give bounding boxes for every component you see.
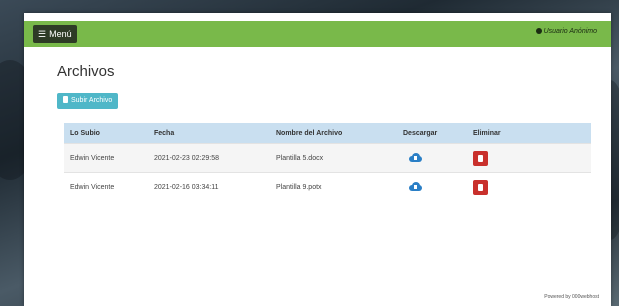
menu-label: Menú [49, 29, 72, 39]
cell-filename: Plantilla 9.potx [270, 172, 397, 201]
user-icon [535, 28, 542, 34]
top-navbar: ☰ Menú Usuario Anónimo [24, 21, 611, 47]
table-header-row: Lo Subio Fecha Nombre del Archivo Descar… [64, 123, 591, 144]
file-icon [63, 96, 68, 103]
cell-uploader: Edwin Vicente [64, 172, 148, 201]
delete-button[interactable] [473, 150, 488, 166]
files-table: Lo Subio Fecha Nombre del Archivo Descar… [64, 123, 591, 201]
header-filename: Nombre del Archivo [270, 123, 397, 144]
cell-uploader: Edwin Vicente [64, 143, 148, 173]
header-delete: Eliminar [467, 123, 591, 144]
header-uploader: Lo Subio [64, 123, 148, 144]
page-title: Archivos [57, 63, 115, 80]
table-row: Edwin Vicente 2021-02-23 02:29:58 Planti… [64, 143, 591, 173]
footer-powered-by[interactable]: Powered by 000webhost [544, 294, 599, 300]
user-menu[interactable]: Usuario Anónimo [535, 28, 597, 35]
trash-icon [478, 154, 483, 162]
upload-file-button[interactable]: Subir Archivo [57, 93, 119, 109]
user-label: Usuario Anónimo [543, 28, 597, 35]
header-date: Fecha [148, 123, 270, 144]
menu-button[interactable]: ☰ Menú [33, 25, 77, 43]
table-row: Edwin Vicente 2021-02-16 03:34:11 Planti… [64, 172, 591, 201]
cell-date: 2021-02-16 03:34:11 [148, 172, 270, 201]
cloud-download-icon[interactable] [409, 181, 422, 191]
cell-date: 2021-02-23 02:29:58 [148, 143, 270, 173]
cell-download [397, 172, 467, 201]
cell-delete [467, 143, 591, 173]
menu-bars-icon: ☰ [38, 29, 47, 39]
cloud-download-icon[interactable] [409, 152, 422, 162]
trash-icon [478, 183, 483, 191]
cell-filename: Plantilla 5.docx [270, 143, 397, 173]
header-download: Descargar [397, 123, 467, 144]
upload-label: Subir Archivo [71, 97, 113, 104]
delete-button[interactable] [473, 179, 488, 195]
app-window: ☰ Menú Usuario Anónimo Archivos Subir Arc… [24, 13, 611, 306]
cell-delete [467, 172, 591, 201]
cell-download [397, 143, 467, 173]
